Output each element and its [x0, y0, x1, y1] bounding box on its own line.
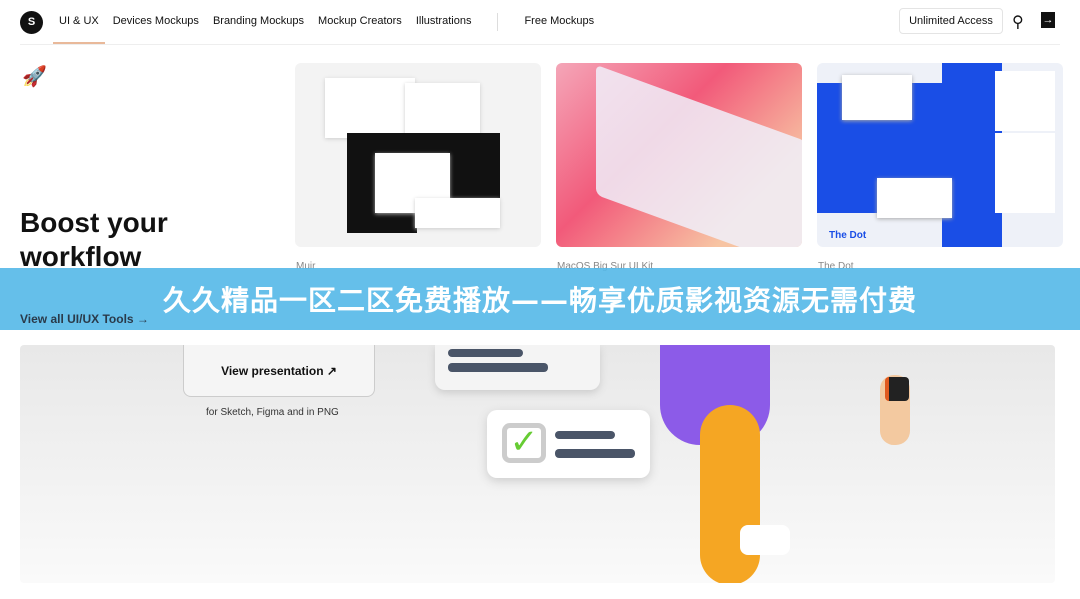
card-macos[interactable] — [556, 63, 802, 247]
unlimited-access-button[interactable]: Unlimited Access — [899, 8, 1003, 34]
hero-subtitle: for Sketch, Figma and in PNG — [206, 407, 339, 418]
hero-illustration: ✓ — [20, 345, 1055, 583]
login-icon[interactable]: → — [1041, 12, 1055, 28]
view-all-link[interactable]: View all UI/UX Tools → — [20, 312, 149, 326]
nav-ui-ux[interactable]: UI & UX — [53, 0, 105, 44]
nav-devices-mockups[interactable]: Devices Mockups — [113, 0, 199, 44]
nav-illustrations[interactable]: Illustrations — [416, 0, 472, 44]
card-the-dot[interactable]: The Dot — [817, 63, 1063, 247]
nav-divider — [497, 13, 499, 31]
overlay-banner: 久久精品一区二区免费播放——畅享优质影视资源无需付费 — [0, 268, 1080, 330]
rocket-icon: 🚀 — [22, 66, 47, 88]
view-presentation-button[interactable]: View presentation ↗ — [183, 345, 375, 397]
card-muir[interactable] — [295, 63, 541, 247]
nav-divider-line — [20, 44, 1060, 45]
search-icon[interactable]: ⚲ — [1012, 12, 1024, 32]
logo[interactable]: S — [20, 10, 43, 34]
banner-spacer — [0, 330, 1080, 345]
nav-branding-mockups[interactable]: Branding Mockups — [213, 0, 304, 44]
nav-mockup-creators[interactable]: Mockup Creators — [318, 0, 402, 44]
page-title: Boost your workflow — [20, 207, 168, 272]
nav-free-mockups[interactable]: Free Mockups — [524, 0, 594, 44]
